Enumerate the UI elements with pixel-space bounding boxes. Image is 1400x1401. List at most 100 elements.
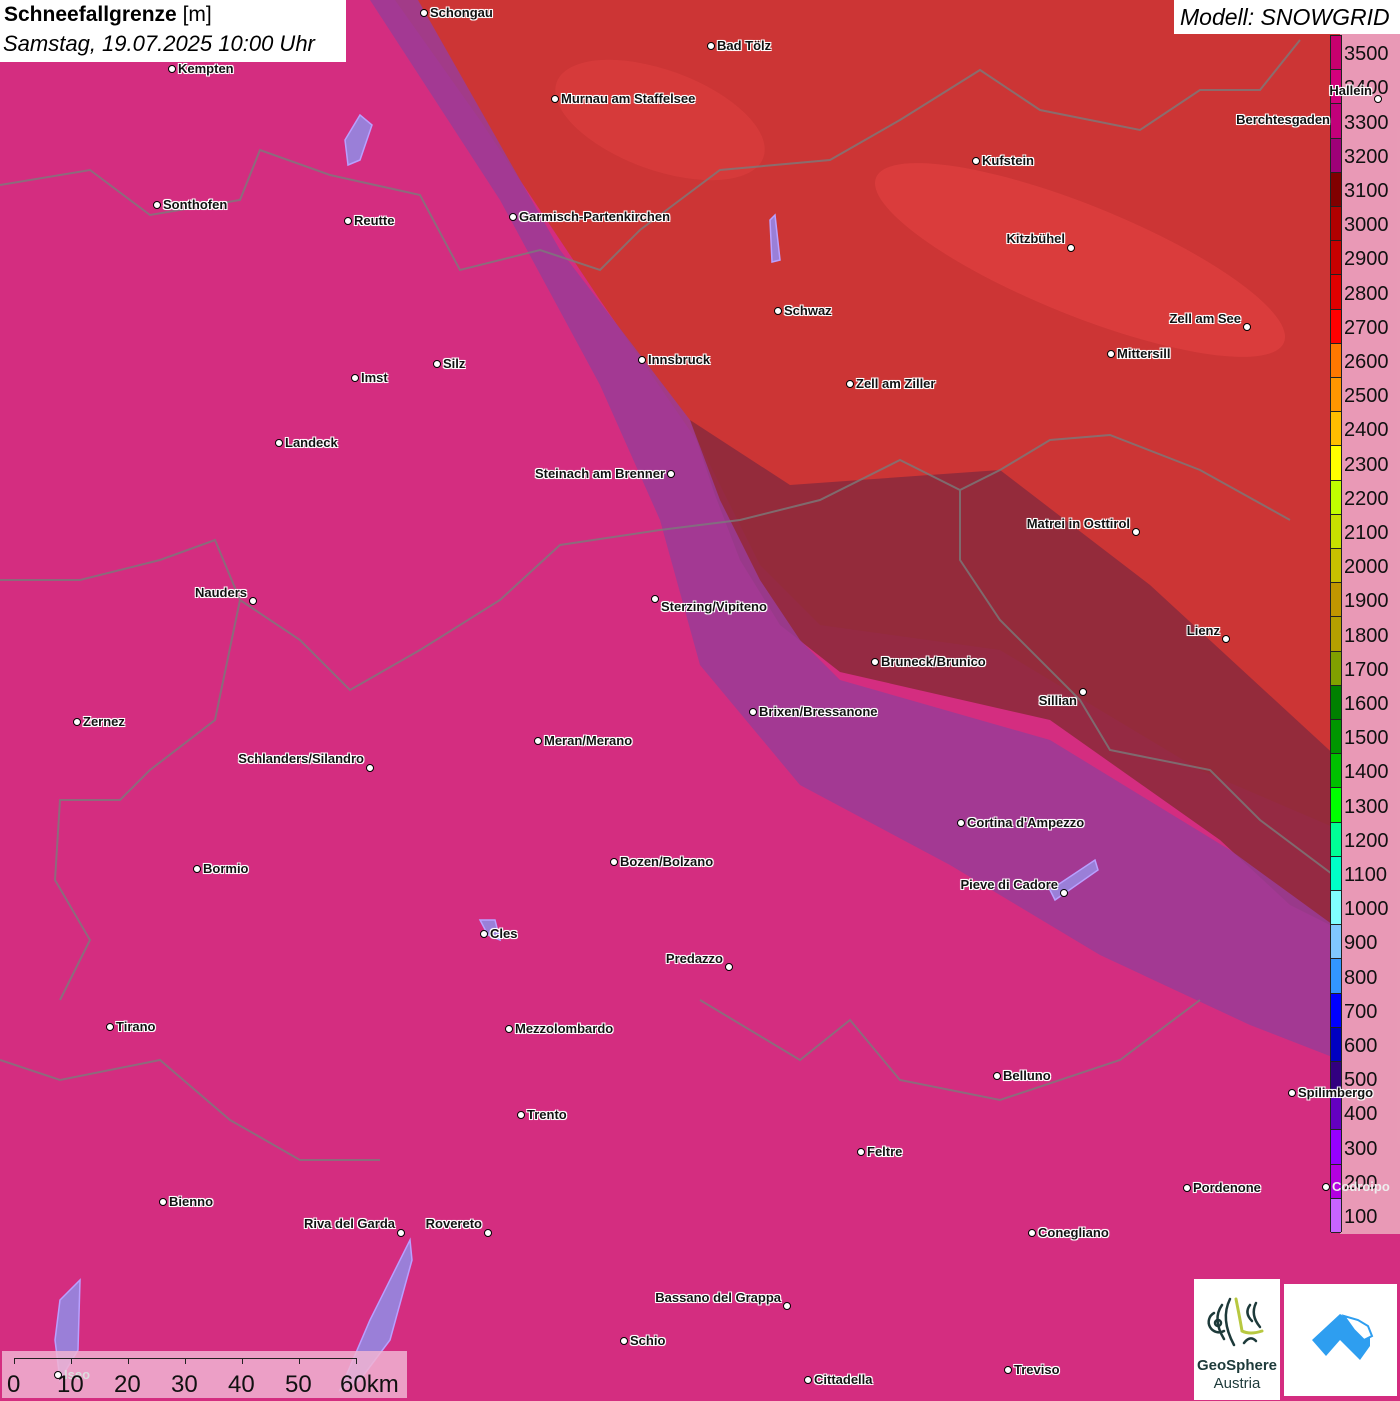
- colorbar-label: 1700: [1344, 658, 1389, 681]
- city-label: Tirano: [116, 1019, 156, 1034]
- colorbar-segment: [1331, 1198, 1341, 1233]
- city-dot-icon: [397, 1229, 405, 1237]
- city-dot-icon: [638, 356, 646, 364]
- colorbar-segment: [1331, 549, 1341, 584]
- city-dot-icon: [420, 9, 428, 17]
- city-dot-icon: [159, 1198, 167, 1206]
- city-label: Murnau am Staffelsee: [561, 91, 696, 106]
- scale-tick: [185, 1358, 186, 1364]
- colorbar-label: 3300: [1344, 111, 1389, 134]
- city-label: Riva del Garda: [303, 1216, 395, 1231]
- colorbar-label: 3200: [1344, 145, 1389, 168]
- mountain-snow-icon: [1312, 1314, 1374, 1360]
- colorbar-label: 1100: [1344, 864, 1388, 887]
- city-label: Pordenone: [1193, 1180, 1261, 1195]
- city-dot-icon: [505, 1025, 513, 1033]
- city-dot-icon: [1243, 323, 1251, 331]
- city-dot-icon: [73, 718, 81, 726]
- city-dot-icon: [1028, 1229, 1036, 1237]
- city-label: Hallein: [1329, 83, 1372, 98]
- city-label: Imst: [361, 370, 388, 385]
- geosphere-austria-logo[interactable]: GeoSphere Austria: [1194, 1279, 1280, 1400]
- colorbar-segment: [1331, 480, 1341, 515]
- city-dot-icon: [1132, 528, 1140, 536]
- colorbar-segment: [1331, 138, 1341, 173]
- city-label: Treviso: [1014, 1362, 1060, 1377]
- city-label: Kufstein: [982, 153, 1034, 168]
- city-label: Cittadella: [814, 1372, 873, 1387]
- city-label: Bruneck/Brunico: [881, 654, 986, 669]
- city-label: Schio: [630, 1333, 666, 1348]
- city-dot-icon: [993, 1072, 1001, 1080]
- city-label: Zell am Ziller: [856, 376, 936, 391]
- city-dot-icon: [275, 439, 283, 447]
- city-label: Bassano del Grappa: [655, 1290, 781, 1305]
- colorbar-segment: [1331, 207, 1341, 242]
- colorbar-segment: [1331, 788, 1341, 823]
- city-label: Innsbruck: [648, 352, 711, 367]
- city-label: Landeck: [285, 435, 338, 450]
- city-dot-icon: [484, 1229, 492, 1237]
- city-dot-icon: [774, 307, 782, 315]
- city-dot-icon: [249, 597, 257, 605]
- colorbar-label: 1400: [1344, 761, 1389, 784]
- colorbar-label: 2000: [1344, 556, 1389, 579]
- colorbar-label: 3000: [1344, 214, 1389, 237]
- city-dot-icon: [168, 65, 176, 73]
- scale-label: 50: [285, 1371, 312, 1398]
- city-label: Berchtesgaden: [1236, 112, 1330, 127]
- title-unit: [m]: [182, 3, 212, 26]
- city-dot-icon: [871, 658, 879, 666]
- city-dot-icon: [857, 1148, 865, 1156]
- city-label: Trento: [527, 1107, 567, 1122]
- colorbar-segment: [1331, 1130, 1341, 1165]
- city-label: Spilimbergo: [1298, 1085, 1374, 1100]
- city-dot-icon: [1067, 244, 1075, 252]
- colorbar-label: 2900: [1344, 248, 1389, 271]
- city-label: Meran/Merano: [544, 733, 633, 748]
- city-label: Reutte: [354, 213, 395, 228]
- colorbar-segment: [1331, 925, 1341, 960]
- city-label: Conegliano: [1038, 1225, 1109, 1240]
- city-label: Bozen/Bolzano: [620, 854, 714, 869]
- city-label: Bienno: [169, 1194, 214, 1209]
- city-label: Schwaz: [784, 303, 832, 318]
- colorbar-segment: [1331, 651, 1341, 686]
- scale-tick: [299, 1358, 300, 1364]
- city-dot-icon: [534, 737, 542, 745]
- colorbar-segment: [1331, 1027, 1341, 1062]
- city-dot-icon: [620, 1337, 628, 1345]
- city-dot-icon: [193, 865, 201, 873]
- colorbar-label: 1300: [1344, 795, 1389, 818]
- colorbar-label: 2400: [1344, 419, 1389, 442]
- colorbar-segment: [1331, 514, 1341, 549]
- city-dot-icon: [1060, 889, 1068, 897]
- colorbar-segment: [1331, 275, 1341, 310]
- colorbar-segment: [1331, 891, 1341, 926]
- city-label: Sterzing/Vipiteno: [661, 599, 767, 614]
- map-title: Schneefallgrenze [m]: [4, 3, 212, 27]
- city-dot-icon: [480, 930, 488, 938]
- geosphere-emblem-icon: [1207, 1297, 1264, 1347]
- city-label: Lienz: [1186, 623, 1220, 638]
- city-label: Sillian: [1038, 693, 1077, 708]
- colorbar-label: 2200: [1344, 487, 1389, 510]
- colorbar-segment: [1331, 822, 1341, 857]
- colorbar-segment: [1331, 856, 1341, 891]
- city-dot-icon: [804, 1376, 812, 1384]
- city-label: Kempten: [178, 61, 234, 76]
- model-label: Modell: SNOWGRID: [1180, 4, 1390, 30]
- colorbar-label: 400: [1344, 1103, 1378, 1126]
- colorbar-label: 2700: [1344, 316, 1389, 339]
- scale-label: 60km: [340, 1371, 399, 1398]
- snow-app-logo[interactable]: [1284, 1284, 1397, 1396]
- scale-tick: [71, 1358, 72, 1364]
- scale-label: 10: [57, 1371, 84, 1398]
- colorbar-segment: [1331, 754, 1341, 789]
- city-label: Belluno: [1003, 1068, 1051, 1083]
- colorbar-label: 900: [1344, 932, 1378, 955]
- city-label: Garmisch-Partenkirchen: [519, 209, 671, 224]
- colorbar-label: 2600: [1344, 351, 1389, 374]
- city-dot-icon: [957, 819, 965, 827]
- city-label: Mezzolombardo: [515, 1021, 614, 1036]
